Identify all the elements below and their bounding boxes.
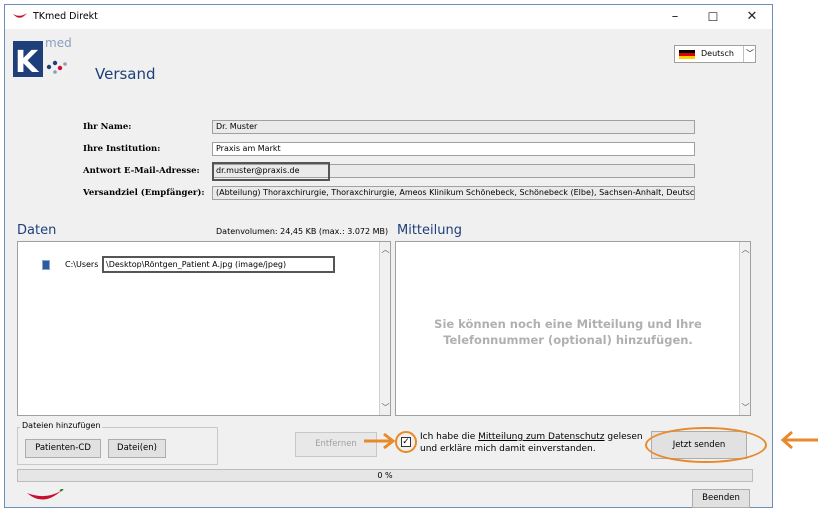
target-label: Versandziel (Empfänger): xyxy=(83,188,205,198)
chevron-down-icon: ﹀ xyxy=(743,46,756,62)
beenden-button[interactable]: Beenden xyxy=(692,489,750,508)
window-title: TKmed Direkt xyxy=(33,11,98,22)
maximize-button[interactable]: ☐ xyxy=(694,5,732,29)
consent-text-line2: und erkläre mich damit einverstanden. xyxy=(420,444,596,454)
progress-bar: 0 % xyxy=(17,469,753,482)
language-select[interactable]: Deutsch ﹀ xyxy=(674,45,756,63)
message-placeholder: Sie können noch eine Mitteilung und Ihre… xyxy=(396,316,740,348)
logo-superscript: med xyxy=(45,36,72,50)
email-highlight-box xyxy=(212,162,330,181)
add-files-label: Dateien hinzufügen xyxy=(20,421,103,430)
file-highlight-box xyxy=(102,256,335,273)
privacy-link[interactable]: Mitteilung zum Datenschutz xyxy=(478,432,604,442)
scroll-up-icon[interactable]: ︿ xyxy=(740,244,751,255)
scroll-up-icon[interactable]: ︿ xyxy=(380,244,391,255)
flag-de-icon xyxy=(679,50,695,59)
data-volume: Datenvolumen: 24,45 KB (max.: 3.072 MB) xyxy=(216,227,389,236)
dateien-button[interactable]: Datei(en) xyxy=(108,439,166,458)
daten-title: Daten xyxy=(17,223,57,238)
svg-text:K: K xyxy=(15,45,40,77)
email-label: Antwort E-Mail-Adresse: xyxy=(83,166,200,176)
arrow-annotation-icon xyxy=(780,430,818,450)
language-value: Deutsch xyxy=(701,49,734,58)
page-title: Versand xyxy=(95,65,156,83)
placeholder-line-2: Telefonnummer (optional) hinzufügen. xyxy=(443,333,693,347)
app-logo-icon xyxy=(13,13,27,18)
minimize-button[interactable]: – xyxy=(656,5,694,29)
mitteilung-title: Mitteilung xyxy=(397,223,462,238)
target-field: (Abteilung) Thoraxchirurgie, Thoraxchiru… xyxy=(212,186,695,200)
send-highlight-ellipse xyxy=(645,427,767,463)
name-field: Dr. Muster xyxy=(212,120,695,134)
arrow-annotation-icon xyxy=(364,432,396,450)
institution-label: Ihre Institution: xyxy=(83,144,161,154)
consent-checkbox[interactable]: ✓ xyxy=(401,437,411,447)
scroll-down-icon[interactable]: ﹀ xyxy=(740,402,751,413)
file-path-prefix: C:\Users xyxy=(65,260,99,269)
scroll-down-icon[interactable]: ﹀ xyxy=(380,402,391,413)
close-button[interactable]: ✕ xyxy=(733,5,771,29)
progress-label: 0 % xyxy=(377,471,393,480)
header: K med Versand xyxy=(5,29,772,101)
title-bar: TKmed Direkt – ☐ ✕ xyxy=(5,5,772,29)
file-list[interactable]: C:\Users \Desktop\Röntgen_Patient A.jpg … xyxy=(17,241,391,416)
placeholder-line-1: Sie können noch eine Mitteilung und Ihre xyxy=(434,317,702,331)
file-icon xyxy=(42,260,50,270)
patienten-cd-button[interactable]: Patienten-CD xyxy=(25,439,101,458)
consent-text: Ich habe die Mitteilung zum Datenschutz … xyxy=(420,431,643,455)
chili-logo-icon xyxy=(27,489,64,500)
institution-field[interactable]: Praxis am Markt xyxy=(212,142,695,156)
name-label: Ihr Name: xyxy=(83,122,132,132)
consent-text-after: gelesen xyxy=(604,432,643,442)
consent-text-before: Ich habe die xyxy=(420,432,479,442)
file-list-scrollbar[interactable]: ︿ ﹀ xyxy=(379,242,390,415)
app-window: TKmed Direkt – ☐ ✕ K med Versand Deutsch… xyxy=(4,4,773,508)
message-scrollbar[interactable]: ︿ ﹀ xyxy=(739,242,750,415)
message-textarea[interactable]: Sie können noch eine Mitteilung und Ihre… xyxy=(395,241,751,416)
